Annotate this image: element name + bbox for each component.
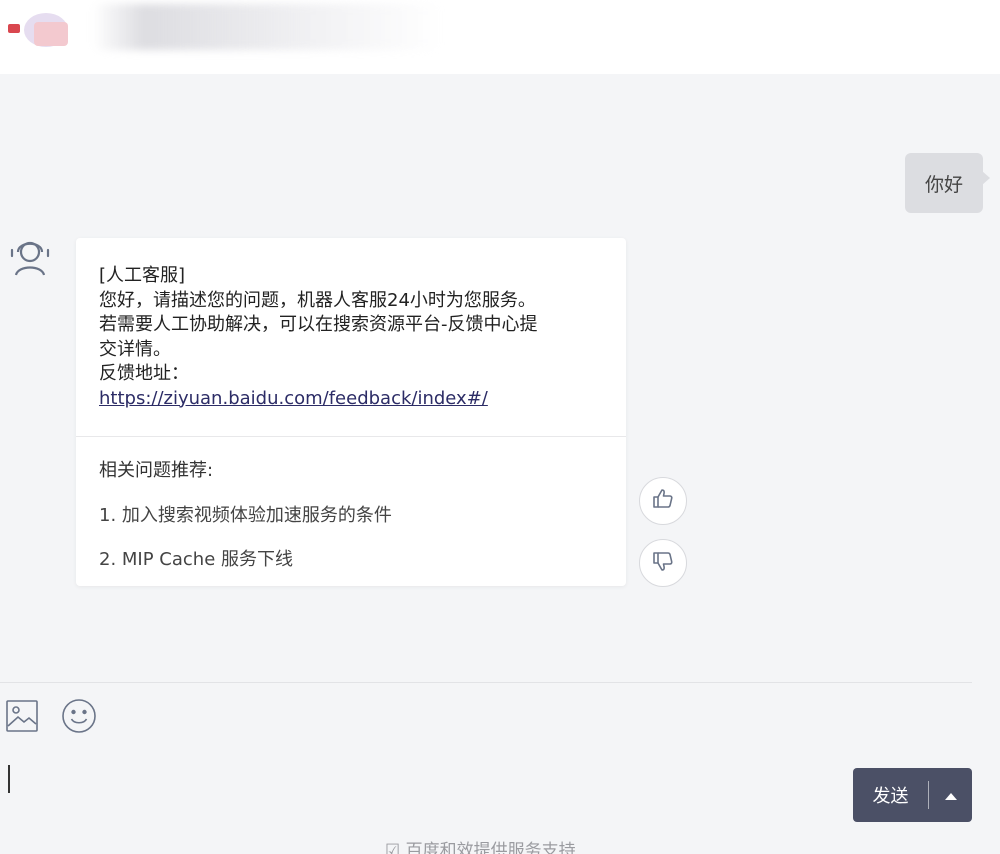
bot-message-text: [人工客服] 您好，请描述您的问题，机器人客服24小时为您服务。 若需要人工协助… xyxy=(99,264,609,411)
headset-agent-icon xyxy=(8,235,52,279)
bot-message-tag: [人工客服] xyxy=(99,265,186,286)
like-button[interactable] xyxy=(639,477,687,525)
send-button[interactable]: 发送 xyxy=(853,782,928,808)
card-divider xyxy=(76,436,626,437)
send-button-group: 发送 xyxy=(853,768,972,822)
bot-message-card: [人工客服] 您好，请描述您的问题，机器人客服24小时为您服务。 若需要人工协助… xyxy=(76,238,626,586)
chat-page: 你好 [人工客服] 您好，请描述您的问题，机器人客服24小时为您服务。 若需要人… xyxy=(0,0,1000,854)
feedback-link[interactable]: https://ziyuan.baidu.com/feedback/index#… xyxy=(99,387,609,412)
bot-message-line: 若需要人工协助解决，可以在搜索资源平台-反馈中心提 xyxy=(99,314,538,335)
related-question-item[interactable]: 1. 加入搜索视频体验加速服务的条件 xyxy=(99,501,392,527)
service-support-note: ☑ 百度和效提供服务支持 xyxy=(385,841,576,854)
bot-message-line: 您好，请描述您的问题，机器人客服24小时为您服务。 xyxy=(99,289,536,311)
related-questions-title: 相关问题推荐: xyxy=(99,460,214,481)
image-upload-icon[interactable] xyxy=(5,699,39,737)
thumbs-down-icon xyxy=(651,549,675,577)
composer-divider xyxy=(0,682,972,683)
caret-up-icon xyxy=(944,786,958,805)
message-input-caret[interactable] xyxy=(8,765,10,793)
blurred-header-title xyxy=(92,4,442,50)
dislike-button[interactable] xyxy=(639,539,687,587)
bot-message-line: 交详情。 xyxy=(99,338,171,360)
app-logo-icon xyxy=(6,8,68,48)
related-question-item[interactable]: 2. MIP Cache 服务下线 xyxy=(99,545,293,571)
bot-message-line: 反馈地址： xyxy=(99,363,189,384)
user-message-bubble: 你好 xyxy=(905,153,990,213)
emoji-icon[interactable] xyxy=(61,698,97,738)
chat-header xyxy=(0,0,1000,74)
send-options-button[interactable] xyxy=(929,768,972,822)
thumbs-up-icon xyxy=(651,487,675,515)
